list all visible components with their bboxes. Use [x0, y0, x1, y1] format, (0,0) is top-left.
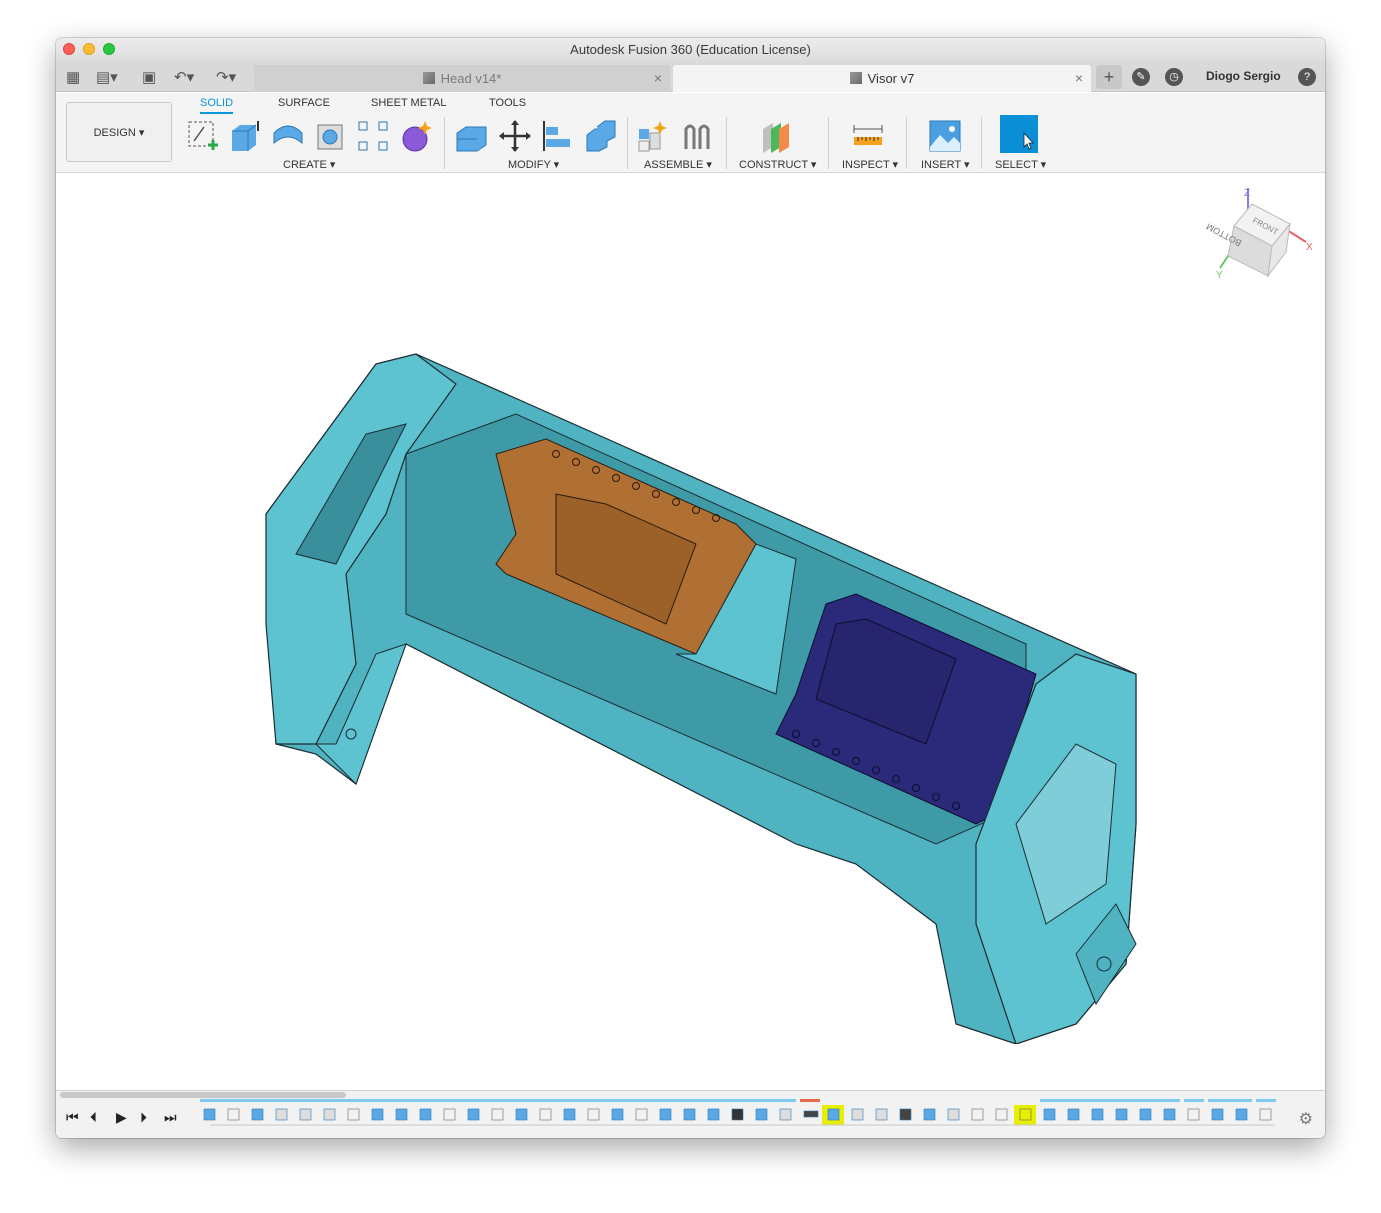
- tab-solid[interactable]: SOLID: [200, 97, 234, 114]
- step-back-button[interactable]: ⏴: [90, 1109, 97, 1126]
- axis-x-label: X: [1306, 242, 1313, 253]
- undo-icon[interactable]: ↶▾: [174, 68, 194, 86]
- timeline-settings-gear-icon[interactable]: ⚙: [1299, 1109, 1313, 1129]
- component-icon: [422, 72, 435, 84]
- tab-tools[interactable]: TOOLS: [489, 97, 526, 109]
- visor-model[interactable]: [256, 324, 1156, 1044]
- go-to-end-button[interactable]: ⏭: [164, 1109, 177, 1126]
- create-sketch-icon[interactable]: [186, 119, 220, 153]
- step-forward-button[interactable]: ⏵: [140, 1109, 147, 1126]
- go-to-start-button[interactable]: ⏮: [66, 1109, 79, 1126]
- user-name[interactable]: Diogo Sergio: [1206, 69, 1281, 83]
- revolve-icon[interactable]: [271, 119, 305, 153]
- viewcube[interactable]: Z X Y FRONT BOTTOM: [1206, 184, 1316, 284]
- inspect-label: INSPECT: [842, 159, 890, 171]
- tab-visor-v7[interactable]: Visor v7 ×: [673, 65, 1091, 92]
- title-bar: Autodesk Fusion 360 (Education License): [56, 38, 1325, 62]
- create-label: CREATE: [283, 159, 327, 171]
- app-window: Autodesk Fusion 360 (Education License) …: [56, 38, 1325, 1138]
- toolbar: DESIGN ▾ SOLID SURFACE SHEET METAL TOOLS…: [56, 93, 1325, 173]
- tab-head-v14[interactable]: Head v14* ×: [254, 65, 670, 92]
- insert-label: INSERT: [921, 159, 961, 171]
- construct-menu[interactable]: CONSTRUCT ▾: [739, 158, 816, 171]
- close-window-button[interactable]: [63, 43, 75, 55]
- new-component-icon[interactable]: [636, 119, 670, 153]
- hole-icon[interactable]: [314, 119, 348, 153]
- close-tab-icon[interactable]: ×: [1075, 65, 1083, 92]
- close-tab-icon[interactable]: ×: [654, 65, 662, 92]
- axis-z-label: Z: [1244, 188, 1250, 199]
- workspace-switcher[interactable]: DESIGN ▾: [66, 102, 172, 162]
- construct-label: CONSTRUCT: [739, 159, 808, 171]
- component-icon: [849, 72, 862, 84]
- maximize-window-button[interactable]: [103, 43, 115, 55]
- data-panel-grid-icon[interactable]: ▦: [66, 68, 80, 86]
- window-title: Autodesk Fusion 360 (Education License): [570, 42, 811, 57]
- offset-plane-icon[interactable]: [759, 119, 793, 153]
- press-pull-icon[interactable]: [454, 119, 488, 153]
- play-button[interactable]: ▶: [116, 1109, 127, 1126]
- modify-menu[interactable]: MODIFY ▾: [508, 158, 559, 171]
- help-icon[interactable]: ?: [1298, 68, 1316, 86]
- timeline-features[interactable]: [200, 1099, 1280, 1127]
- insert-image-icon[interactable]: [928, 119, 962, 153]
- rectangular-pattern-icon[interactable]: [356, 119, 390, 153]
- divider: [444, 117, 445, 169]
- create-menu[interactable]: CREATE ▾: [283, 158, 335, 171]
- redo-icon[interactable]: ↷▾: [216, 68, 236, 86]
- 3d-canvas[interactable]: Z X Y FRONT BOTTOM: [56, 174, 1325, 1090]
- create-form-icon[interactable]: [399, 119, 433, 153]
- job-status-icon[interactable]: ◷: [1165, 68, 1183, 86]
- save-icon[interactable]: ▣: [142, 68, 156, 86]
- assemble-label: ASSEMBLE: [644, 159, 704, 171]
- timeline: ⏮ ⏴ ▶ ⏵ ⏭ ⚙: [56, 1090, 1325, 1138]
- minimize-window-button[interactable]: [83, 43, 95, 55]
- axis-y-label: Y: [1216, 270, 1223, 281]
- extensions-icon[interactable]: ✎: [1132, 68, 1150, 86]
- assemble-menu[interactable]: ASSEMBLE ▾: [644, 158, 712, 171]
- inspect-menu[interactable]: INSPECT ▾: [842, 158, 898, 171]
- select-label: SELECT: [995, 159, 1038, 171]
- insert-menu[interactable]: INSERT ▾: [921, 158, 970, 171]
- tab-label: Head v14*: [440, 71, 502, 86]
- file-menu-icon[interactable]: ▤▾: [96, 68, 118, 86]
- divider: [627, 117, 628, 169]
- timeline-scrollbar[interactable]: [60, 1092, 346, 1098]
- select-icon[interactable]: [1000, 115, 1038, 153]
- tab-label: Visor v7: [867, 71, 915, 86]
- move-copy-icon[interactable]: [498, 119, 532, 153]
- divider: [828, 117, 829, 169]
- new-tab-button[interactable]: +: [1096, 65, 1122, 89]
- select-menu[interactable]: SELECT ▾: [995, 158, 1046, 171]
- modify-label: MODIFY: [508, 159, 551, 171]
- divider: [726, 117, 727, 169]
- align-icon[interactable]: [540, 119, 574, 153]
- tab-sheet-metal[interactable]: SHEET METAL: [371, 97, 446, 109]
- divider: [906, 117, 907, 169]
- tab-surface[interactable]: SURFACE: [278, 97, 330, 109]
- measure-icon[interactable]: [851, 119, 885, 153]
- combine-icon[interactable]: [583, 119, 617, 153]
- extrude-icon[interactable]: [228, 119, 262, 153]
- divider: [981, 117, 982, 169]
- workspace-label: DESIGN: [93, 127, 136, 139]
- joint-icon[interactable]: [680, 119, 714, 153]
- document-tab-bar: ▦ ▤▾ ▣ ↶▾ ↷▾ Head v14* × Visor v7 × + ✎ …: [56, 62, 1325, 92]
